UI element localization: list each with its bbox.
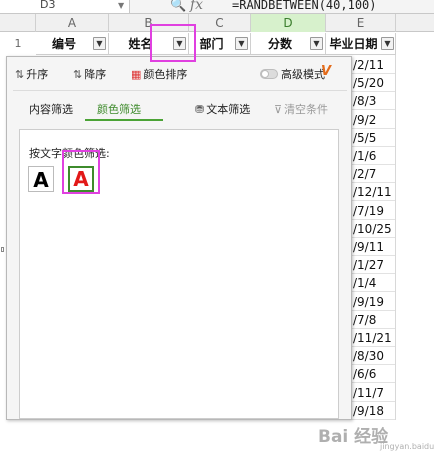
resize-handle[interactable] [1,247,4,252]
text-filter-icon: ⛃ [195,103,205,116]
clear-filter-icon: ⊽ [274,103,283,116]
date-cell[interactable]: /12/11 [350,183,395,202]
date-cell[interactable]: /1/27 [350,256,395,275]
column-header-a[interactable]: A [36,14,109,32]
name-box[interactable]: D3 [0,0,130,13]
date-cell[interactable]: /9/19 [350,293,395,311]
date-cell[interactable]: /5/20 [350,74,395,93]
date-cell[interactable]: /9/2 [350,111,395,129]
color-sort-icon: ▦ [131,68,142,81]
text-filter-button[interactable]: ⛃ 文本筛选 [195,101,250,117]
highlight-box-name-filter [150,24,196,62]
sort-by-color-button[interactable]: ▦ 颜色排序 [131,67,187,83]
tab-color-filter[interactable]: 颜色筛选 [97,101,141,119]
column-divider [395,55,396,420]
filter-button[interactable]: ▼ [310,37,323,50]
header-label: 部门 [199,37,224,51]
font-color-swatch-black[interactable]: A [28,166,54,192]
header-cell-dept[interactable]: 部门 ▼ [189,33,251,55]
zoom-icon[interactable]: 🔍 [170,0,186,13]
date-cell[interactable]: /2/7 [350,165,395,184]
formula-input[interactable]: =RANDBETWEEN(40,100) [232,0,377,12]
clear-conditions-button[interactable]: ⊽ 清空条件 [274,101,328,117]
vip-icon: V [321,64,332,79]
watermark-logo: Bai 经验 [318,427,389,447]
filter-button[interactable]: ▼ [381,37,394,50]
header-cell-id[interactable]: 编号 ▼ [36,33,109,55]
advanced-mode-toggle[interactable] [260,69,278,79]
date-cell[interactable]: /1/4 [350,274,395,293]
column-header-c[interactable]: C [189,14,251,32]
filter-button[interactable]: ▼ [93,37,106,50]
sort-ascending-icon: ⇅ [15,68,25,81]
date-cell[interactable]: /9/18 [350,402,395,420]
tab-content-filter[interactable]: 内容筛选 [29,101,73,119]
column-headers: A B C D E [0,14,434,32]
date-cell[interactable]: /5/5 [350,129,395,147]
date-cell[interactable]: /8/3 [350,92,395,111]
watermark-url: jingyan.baidu.com [380,442,434,451]
date-cell[interactable]: /9/11 [350,238,395,256]
header-label: 姓名 [128,37,153,51]
header-cell-grad-date[interactable]: 毕业日期 ▼ [326,33,396,55]
text-filter-label: 文本筛选 [206,103,251,116]
sort-descending-icon: ⇅ [73,68,83,81]
table-header-row: 编号 ▼ 姓名 ▼ 部门 ▼ 分数 ▼ 毕业日期 ▼ [36,33,434,55]
filter-dropdown-panel: ⇅ 升序 ⇅ 降序 ▦ 颜色排序 高级模式 V 内容筛选 颜色筛选 ⛃ 文本筛选 ⊽ 清空… [6,56,352,420]
header-label: 分数 [267,37,292,51]
date-cell[interactable]: /8/30 [350,347,395,366]
fx-icon[interactable]: fx [190,0,203,13]
header-label: 毕业日期 [329,37,378,51]
column-header-e[interactable]: E [326,14,396,32]
column-header-d[interactable]: D [251,14,326,32]
clear-conditions-label: 清空条件 [284,103,329,116]
sort-by-color-label: 颜色排序 [143,68,188,81]
date-cell[interactable]: /2/11 [350,56,395,74]
chevron-down-icon[interactable]: ▼ [118,1,124,10]
header-label: 编号 [51,37,76,51]
date-cell[interactable]: /1/6 [350,147,395,165]
toggle-knob [261,70,269,78]
formula-bar: D3 ▼ 🔍 fx =RANDBETWEEN(40,100) [0,0,434,14]
date-cell[interactable]: /10/25 [350,220,395,238]
date-cell[interactable]: /7/8 [350,311,395,329]
advanced-mode-label: 高级模式 [281,68,325,81]
active-tab-indicator [85,119,163,121]
sort-ascending-label: 升序 [26,68,49,81]
sort-ascending-button[interactable]: ⇅ 升序 [15,67,48,83]
highlight-box-red-swatch [62,150,100,194]
header-cell-score[interactable]: 分数 ▼ [251,33,326,55]
row-number[interactable]: 1 [0,37,36,50]
divider [13,90,347,91]
date-cell[interactable]: /6/6 [350,365,395,384]
sort-descending-button[interactable]: ⇅ 降序 [73,67,106,83]
select-all-corner[interactable] [0,14,36,32]
date-cell[interactable]: /11/21 [350,329,395,347]
date-cell[interactable]: /7/19 [350,202,395,220]
date-cell[interactable]: /11/7 [350,384,395,402]
filter-button[interactable]: ▼ [235,37,248,50]
sort-descending-label: 降序 [84,68,107,81]
